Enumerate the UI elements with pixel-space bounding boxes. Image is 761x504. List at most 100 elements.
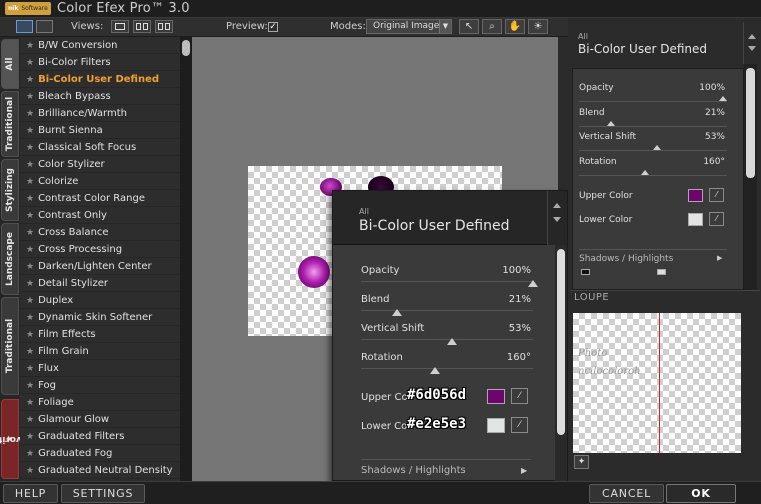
filter-list-scroll-thumb[interactable] — [182, 40, 190, 56]
zoom-tool-button[interactable]: ⌕ — [482, 19, 502, 34]
filter-item[interactable]: ★ Film Effects — [20, 326, 180, 343]
favorite-star-icon[interactable]: ★ — [26, 364, 34, 374]
upper-color-eyedropper-button[interactable]: ⁄ — [511, 388, 528, 404]
filter-item[interactable]: ★ Flux — [20, 360, 180, 377]
favorite-star-icon[interactable]: ★ — [26, 194, 34, 204]
rotation-slider-track[interactable] — [361, 368, 533, 369]
upper-color-swatch[interactable] — [487, 389, 505, 404]
filter-item[interactable]: ★ Contrast Color Range — [20, 190, 180, 207]
single-view-button[interactable] — [111, 20, 129, 33]
filter-item[interactable]: ★ Dynamic Skin Softener — [20, 309, 180, 326]
upper-color-eyedropper-button[interactable]: ⁄ — [709, 188, 724, 202]
filter-item[interactable]: ★ Glamour Glow — [20, 411, 180, 428]
settings-scroll-thumb[interactable] — [746, 68, 755, 178]
tab-landscape[interactable]: Landscape — [1, 223, 19, 295]
pointer-tool-button[interactable]: ↖ — [459, 19, 479, 34]
filter-item[interactable]: ★ Burnt Sienna — [20, 122, 180, 139]
loupe-toggle-button[interactable]: ☀ — [528, 19, 548, 34]
hand-tool-button[interactable]: ✋ — [505, 19, 525, 34]
overlay-collapse-strip[interactable] — [547, 191, 567, 245]
favorite-star-icon[interactable]: ★ — [26, 75, 34, 85]
side-by-side-view-button[interactable] — [155, 20, 173, 33]
upper-color-swatch[interactable] — [688, 189, 703, 202]
filter-item[interactable]: ★ Bi-Color Filters — [20, 54, 180, 71]
rotation-slider-thumb[interactable] — [430, 367, 440, 374]
loupe-view[interactable] — [573, 313, 741, 453]
list-view-icon[interactable] — [16, 20, 33, 33]
lower-color-eyedropper-button[interactable]: ⁄ — [709, 212, 724, 226]
favorite-star-icon[interactable]: ★ — [26, 296, 34, 306]
vertical-shift-slider-track[interactable] — [579, 150, 727, 151]
filter-item[interactable]: ★ Duplex — [20, 292, 180, 309]
favorite-star-icon[interactable]: ★ — [26, 143, 34, 153]
favorite-star-icon[interactable]: ★ — [26, 41, 34, 51]
tab-all[interactable]: All — [1, 39, 19, 89]
filter-item[interactable]: ★ Cross Balance — [20, 224, 180, 241]
filter-item[interactable]: ★ Darken/Lighten Center — [20, 258, 180, 275]
filter-item[interactable]: ★ Foliage — [20, 394, 180, 411]
favorite-star-icon[interactable]: ★ — [26, 177, 34, 187]
lower-color-swatch[interactable] — [688, 213, 703, 226]
favorite-star-icon[interactable]: ★ — [26, 126, 34, 136]
tab-stylizing[interactable]: Stylizing — [1, 159, 19, 221]
favorite-star-icon[interactable]: ★ — [26, 92, 34, 102]
settings-button[interactable]: SETTINGS — [61, 484, 145, 503]
blend-slider-track[interactable] — [361, 310, 533, 311]
cancel-button[interactable]: CANCEL — [589, 484, 664, 503]
favorite-star-icon[interactable]: ★ — [26, 398, 34, 408]
expand-arrow-icon[interactable]: ▶ — [521, 466, 527, 475]
favorite-star-icon[interactable]: ★ — [26, 381, 34, 391]
loupe-scrollbar[interactable] — [744, 306, 757, 455]
filter-item[interactable]: ★ Detail Stylizer — [20, 275, 180, 292]
favorite-star-icon[interactable]: ★ — [26, 228, 34, 238]
rotation-slider-track[interactable] — [579, 175, 727, 176]
favorite-star-icon[interactable]: ★ — [26, 262, 34, 272]
favorite-star-icon[interactable]: ★ — [26, 279, 34, 289]
filter-item[interactable]: ★ Colorize — [20, 173, 180, 190]
favorite-star-icon[interactable]: ★ — [26, 330, 34, 340]
tab-traditional-2[interactable]: Traditional — [1, 297, 19, 395]
expand-arrow-icon[interactable]: ▶ — [717, 254, 722, 262]
loupe-pin-button[interactable]: ✦ — [574, 455, 589, 469]
filter-item[interactable]: ★ Fog — [20, 377, 180, 394]
filter-item[interactable]: ★ Cross Processing — [20, 241, 180, 258]
favorite-star-icon[interactable]: ★ — [26, 211, 34, 221]
opacity-slider-track[interactable] — [361, 281, 533, 282]
collapse-up-icon[interactable] — [553, 203, 561, 208]
favorite-star-icon[interactable]: ★ — [26, 160, 34, 170]
tab-traditional[interactable]: Traditional — [1, 91, 19, 157]
settings-collapse-strip[interactable] — [743, 22, 759, 64]
filter-item[interactable]: ★ Brilliance/Warmth — [20, 105, 180, 122]
filter-list-scrollbar[interactable] — [180, 37, 192, 481]
filter-item[interactable]: ★ Graduated Filters — [20, 428, 180, 445]
blend-slider-track[interactable] — [579, 126, 727, 127]
filter-item[interactable]: ★ Film Grain — [20, 343, 180, 360]
rotation-slider-thumb[interactable] — [641, 170, 649, 175]
preview-checkbox[interactable]: ✓ — [268, 22, 278, 32]
ok-button[interactable]: OK — [666, 484, 736, 503]
filter-item[interactable]: ★ Color Stylizer — [20, 156, 180, 173]
filter-item[interactable]: ★ Graduated Neutral Density — [20, 462, 180, 479]
filter-item[interactable]: ★ Bi-Color User Defined — [20, 71, 180, 88]
filter-item[interactable]: ★ Contrast Only — [20, 207, 180, 224]
filter-item[interactable]: ★ Bleach Bypass — [20, 88, 180, 105]
favorite-star-icon[interactable]: ★ — [26, 245, 34, 255]
favorite-star-icon[interactable]: ★ — [26, 449, 34, 459]
vertical-shift-slider-thumb[interactable] — [447, 338, 458, 345]
favorite-star-icon[interactable]: ★ — [26, 432, 34, 442]
opacity-slider-thumb[interactable] — [528, 280, 538, 287]
favorite-star-icon[interactable]: ★ — [26, 466, 34, 476]
collapse-down-icon[interactable] — [553, 217, 561, 222]
filter-item[interactable]: ★ B/W Conversion — [20, 37, 180, 54]
opacity-slider-thumb[interactable] — [719, 96, 727, 101]
favorite-star-icon[interactable]: ★ — [26, 347, 34, 357]
favorite-star-icon[interactable]: ★ — [26, 58, 34, 68]
favorite-star-icon[interactable]: ★ — [26, 313, 34, 323]
collapse-up-icon[interactable] — [748, 34, 756, 39]
opacity-slider-track[interactable] — [579, 101, 727, 102]
grid-view-icon[interactable] — [36, 20, 53, 33]
help-button[interactable]: HELP — [3, 484, 58, 503]
split-view-button[interactable] — [133, 20, 151, 33]
modes-select[interactable]: Original Image ▼ — [366, 19, 452, 34]
filter-item[interactable]: ★ Graduated Fog — [20, 445, 180, 462]
